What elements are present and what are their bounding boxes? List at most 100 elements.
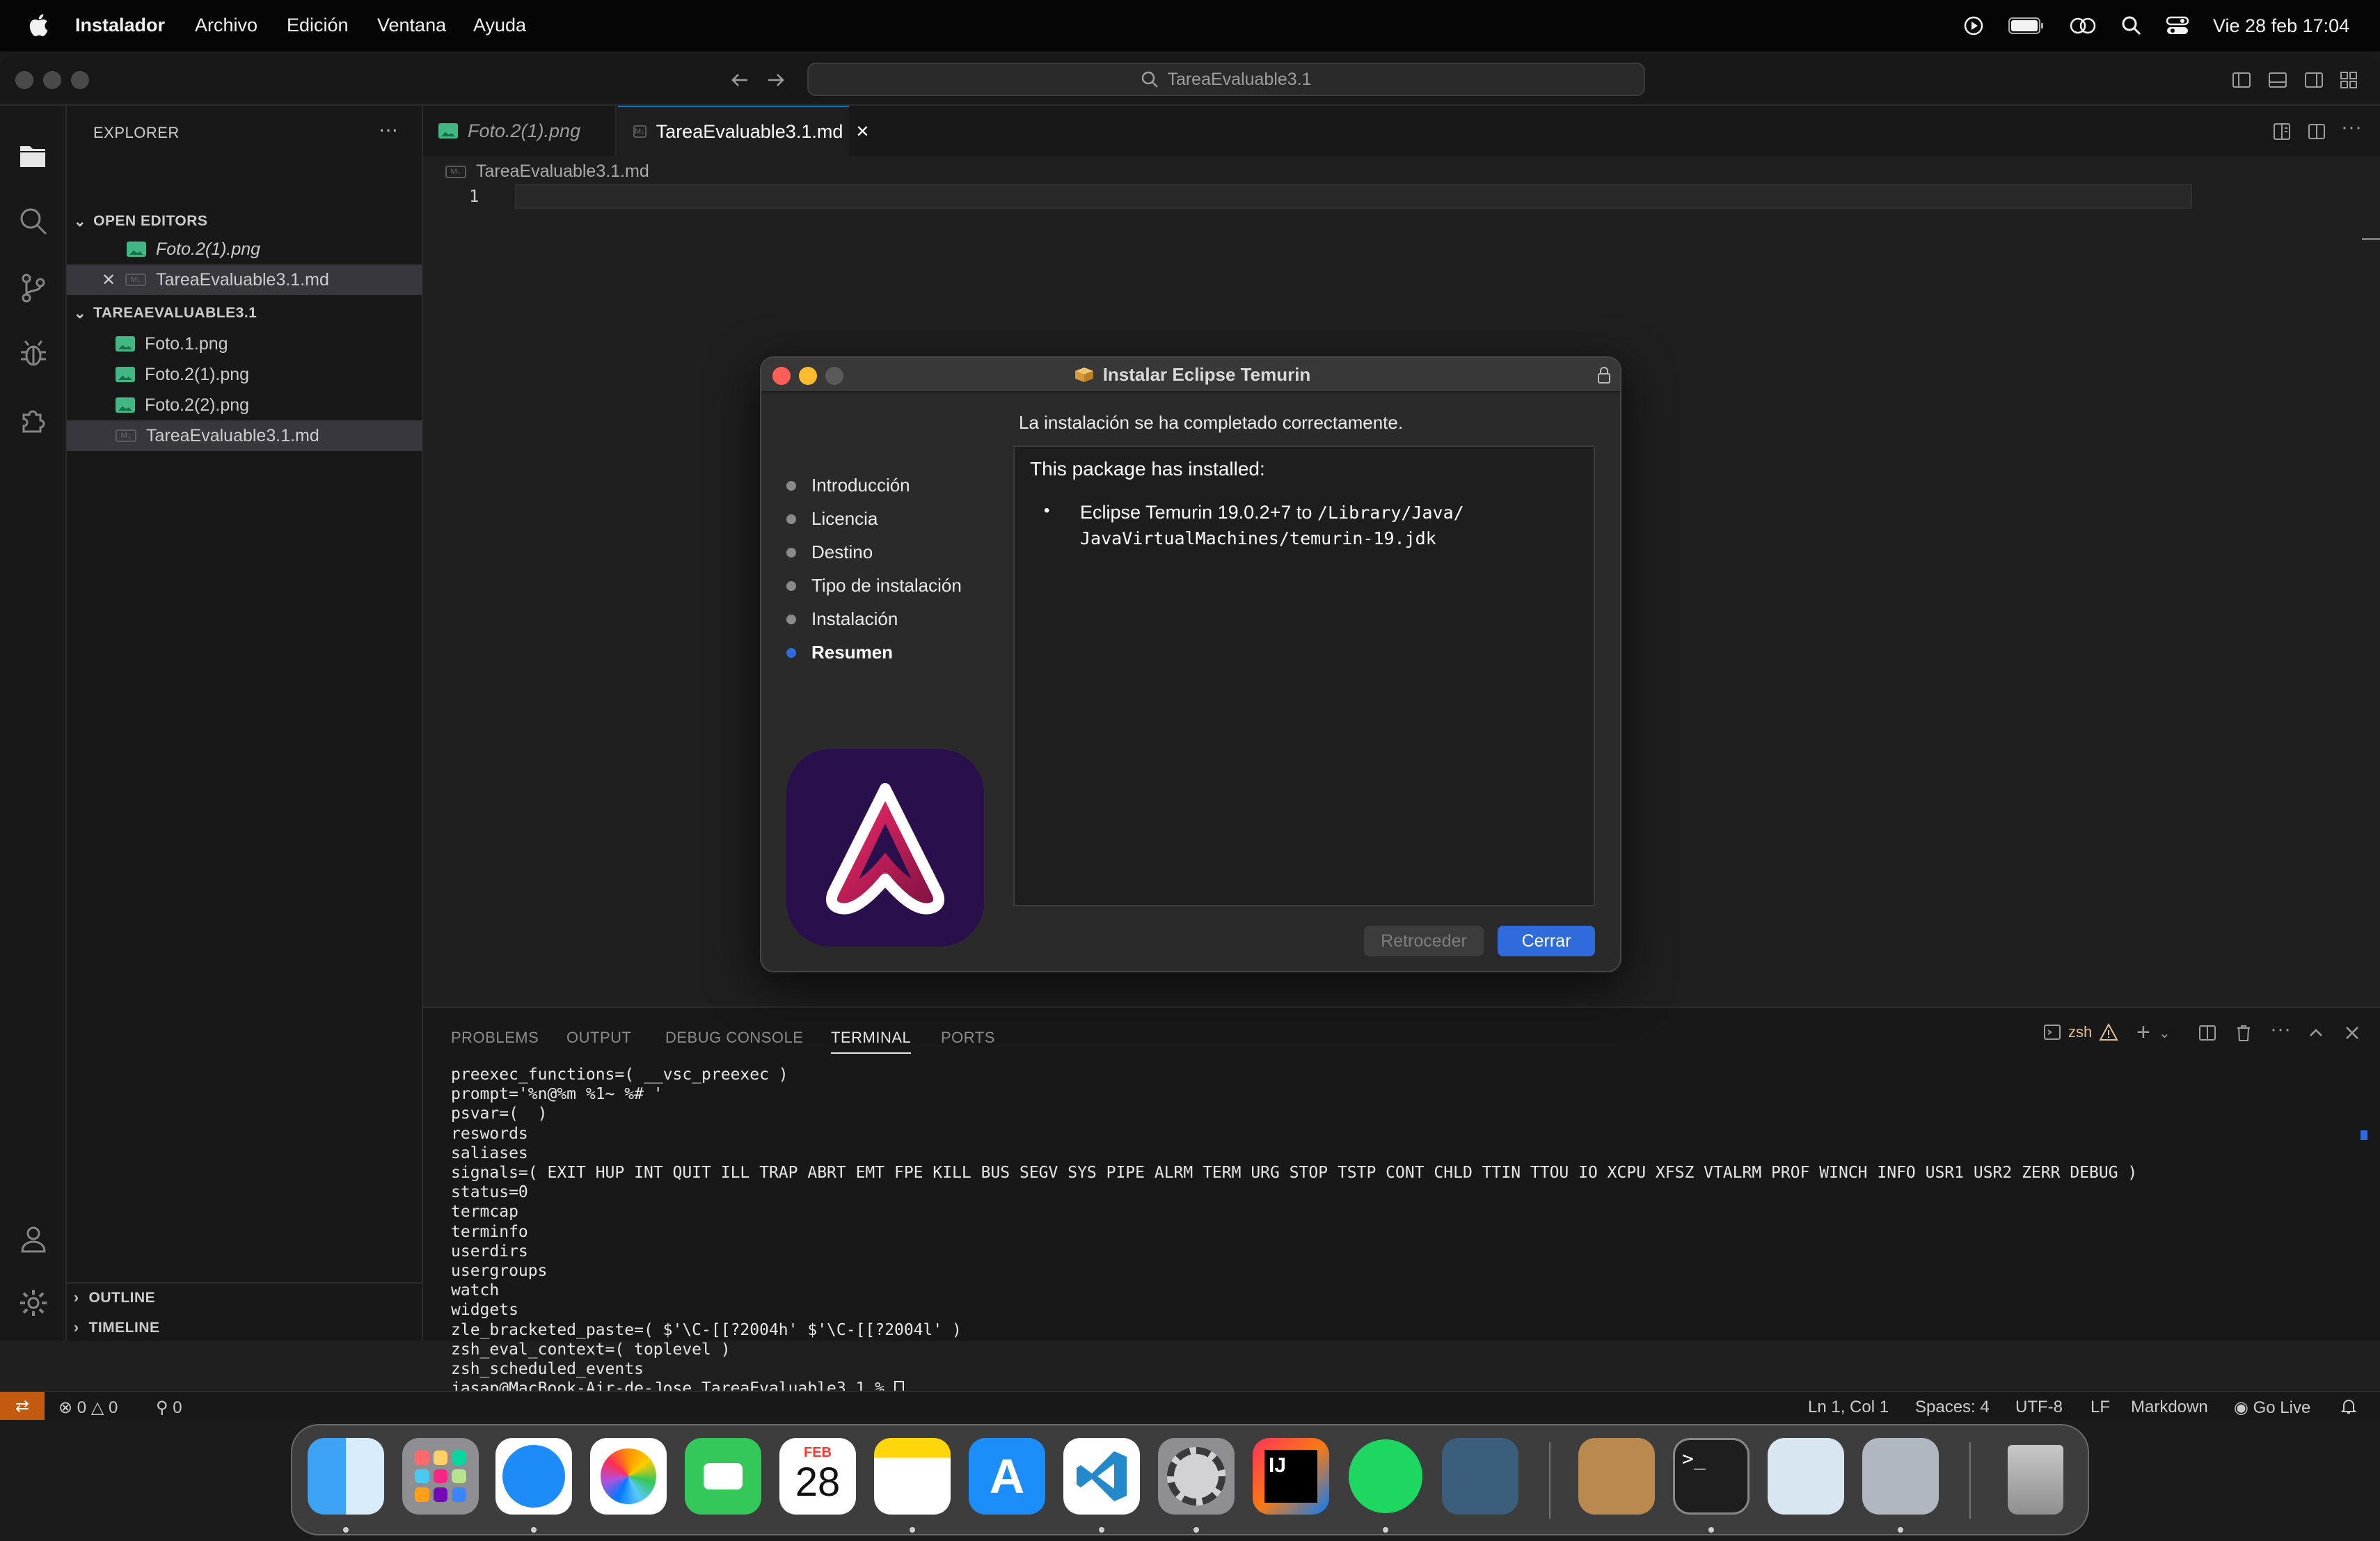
explorer-sidebar: EXPLORER ··· ⌄ OPEN EDITORS Foto.2(1).pn… — [67, 106, 423, 1341]
facetime-icon[interactable] — [685, 1438, 761, 1515]
apple-menu-icon[interactable] — [28, 11, 49, 39]
more-actions-icon[interactable]: ··· — [2341, 116, 2362, 139]
safari-icon[interactable] — [495, 1438, 572, 1515]
terminal-app-icon[interactable]: >_ — [1673, 1438, 1750, 1515]
now-playing-icon[interactable] — [1962, 15, 1985, 37]
explorer-icon[interactable] — [14, 136, 53, 175]
launchpad-icon[interactable] — [402, 1438, 479, 1515]
dialog-close-button[interactable] — [772, 367, 791, 385]
vscode-icon[interactable] — [1063, 1438, 1140, 1515]
encoding[interactable]: UTF-8 — [2015, 1398, 2063, 1417]
ports-indicator[interactable]: ⚲ 0 — [156, 1398, 182, 1418]
contacts-icon[interactable] — [1578, 1438, 1655, 1515]
open-editor-item-active[interactable]: ✕ M↓ TareaEvaluable3.1.md — [67, 264, 422, 295]
language-mode[interactable]: Markdown — [2131, 1398, 2208, 1417]
menubar-clock[interactable]: Vie 28 feb 17:04 — [2213, 15, 2349, 37]
forward-arrow-icon[interactable] — [765, 70, 786, 90]
tab-ports[interactable]: PORTS — [941, 1029, 995, 1047]
more-actions-icon[interactable]: ··· — [2270, 1018, 2291, 1041]
timeline-section[interactable]: › TIMELINE — [67, 1313, 422, 1343]
close-icon[interactable]: ✕ — [855, 122, 869, 142]
open-editor-item[interactable]: Foto.2(1).png — [67, 234, 422, 264]
tab-foto-2-1[interactable]: Foto.2(1).png — [423, 106, 617, 156]
source-control-icon[interactable] — [14, 269, 53, 308]
end-of-line[interactable]: LF — [2091, 1398, 2110, 1417]
maximize-panel-icon[interactable] — [2306, 1023, 2326, 1043]
window-zoom-button[interactable] — [71, 71, 89, 89]
window-close-button[interactable] — [15, 71, 33, 89]
trash-icon[interactable] — [2234, 1023, 2253, 1043]
spotify-icon[interactable] — [1347, 1438, 1424, 1515]
remote-indicator[interactable]: ⇄ — [0, 1392, 45, 1420]
go-live-button[interactable]: ◉ Go Live — [2234, 1398, 2310, 1418]
status-bar: ⇄ ⊗ 0 △ 0 ⚲ 0 Ln 1, Col 1 Spaces: 4 UTF-… — [0, 1391, 2380, 1420]
command-center-search[interactable]: TareaEvaluable3.1 — [807, 63, 1645, 96]
app-store-icon[interactable]: A — [969, 1438, 1045, 1515]
notes-icon[interactable] — [874, 1438, 951, 1515]
file-item[interactable]: Foto.2(1).png — [67, 359, 422, 390]
dialog-minimize-button[interactable] — [799, 367, 817, 385]
indentation[interactable]: Spaces: 4 — [1915, 1398, 1990, 1417]
outline-section[interactable]: › OUTLINE — [67, 1282, 422, 1313]
downloads-folder-icon[interactable] — [1862, 1438, 1939, 1515]
tab-terminal[interactable]: TERMINAL — [831, 1029, 912, 1054]
customize-layout-icon[interactable] — [2338, 70, 2359, 90]
terminal-instance[interactable]: zsh — [2043, 1023, 2118, 1041]
close-button[interactable]: Cerrar — [1498, 926, 1595, 956]
split-terminal-icon[interactable] — [2198, 1023, 2217, 1043]
explorer-more-actions[interactable]: ··· — [379, 118, 398, 141]
errors-warnings-indicator[interactable]: ⊗ 0 △ 0 — [58, 1398, 118, 1418]
mysql-workbench-icon[interactable] — [1442, 1438, 1518, 1515]
intellij-idea-icon[interactable]: IJ — [1253, 1438, 1329, 1515]
calendar-icon[interactable]: FEB 28 — [779, 1438, 856, 1515]
back-button[interactable]: Retroceder — [1364, 926, 1484, 956]
screen-mirroring-icon[interactable] — [2068, 15, 2097, 36]
tab-debug-console[interactable]: DEBUG CONSOLE — [665, 1029, 803, 1047]
battery-icon[interactable] — [2008, 17, 2045, 35]
accounts-icon[interactable] — [14, 1219, 53, 1258]
split-editor-icon[interactable] — [2306, 121, 2327, 142]
preview-icon[interactable] — [1768, 1438, 1844, 1515]
trash-icon[interactable] — [1997, 1438, 2074, 1515]
terminal-output[interactable]: preexec_functions=( __vsc_preexec ) promp… — [451, 1065, 2137, 1398]
tab-tarea-evaluable[interactable]: M↓ TareaEvaluable3.1.md ✕ — [618, 106, 869, 156]
file-item[interactable]: Foto.1.png — [67, 329, 422, 359]
spotlight-search-icon[interactable] — [2121, 15, 2142, 36]
file-item-selected[interactable]: M↓ TareaEvaluable3.1.md — [67, 420, 422, 451]
photos-icon[interactable] — [590, 1438, 667, 1515]
window-minimize-button[interactable] — [43, 71, 61, 89]
search-view-icon[interactable] — [14, 202, 53, 241]
extensions-icon[interactable] — [14, 401, 53, 440]
menu-app-name[interactable]: Instalador — [75, 15, 165, 36]
lock-icon[interactable] — [1596, 366, 1612, 384]
menu-item-ayuda[interactable]: Ayuda — [473, 15, 526, 36]
notifications-bell-icon[interactable] — [2340, 1398, 2358, 1416]
new-terminal-icon[interactable]: + — [2136, 1019, 2150, 1046]
menu-item-archivo[interactable]: Archivo — [195, 15, 257, 36]
open-preview-icon[interactable] — [2271, 121, 2292, 142]
close-icon[interactable]: ✕ — [102, 270, 116, 290]
toggle-panel-icon[interactable] — [2267, 70, 2288, 90]
control-center-icon[interactable] — [2166, 15, 2189, 36]
open-editors-section[interactable]: ⌄ OPEN EDITORS — [67, 206, 422, 237]
menu-item-ventana[interactable]: Ventana — [377, 15, 446, 36]
cursor-position[interactable]: Ln 1, Col 1 — [1808, 1398, 1889, 1417]
finder-icon[interactable] — [308, 1438, 384, 1515]
search-icon — [1142, 71, 1159, 88]
folder-section[interactable]: ⌄ TAREAEVALUABLE3.1 — [67, 298, 422, 329]
manage-gear-icon[interactable] — [14, 1283, 53, 1322]
run-and-debug-icon[interactable] — [14, 334, 53, 373]
broadcast-icon: ◉ — [2234, 1398, 2248, 1417]
chevron-down-icon[interactable]: ⌄ — [2159, 1025, 2171, 1042]
breadcrumb[interactable]: M↓ TareaEvaluable3.1.md — [445, 161, 649, 182]
back-arrow-icon[interactable] — [729, 70, 750, 90]
system-settings-icon[interactable] — [1158, 1438, 1235, 1515]
file-item[interactable]: Foto.2(2).png — [67, 390, 422, 420]
tab-output[interactable]: OUTPUT — [566, 1029, 631, 1047]
terminal-line: saliases — [451, 1144, 528, 1162]
tab-problems[interactable]: PROBLEMS — [451, 1029, 539, 1047]
toggle-secondary-sidebar-icon[interactable] — [2303, 70, 2324, 90]
menu-item-edicion[interactable]: Edición — [287, 15, 349, 36]
toggle-sidebar-icon[interactable] — [2231, 70, 2252, 90]
close-panel-icon[interactable] — [2342, 1023, 2362, 1043]
